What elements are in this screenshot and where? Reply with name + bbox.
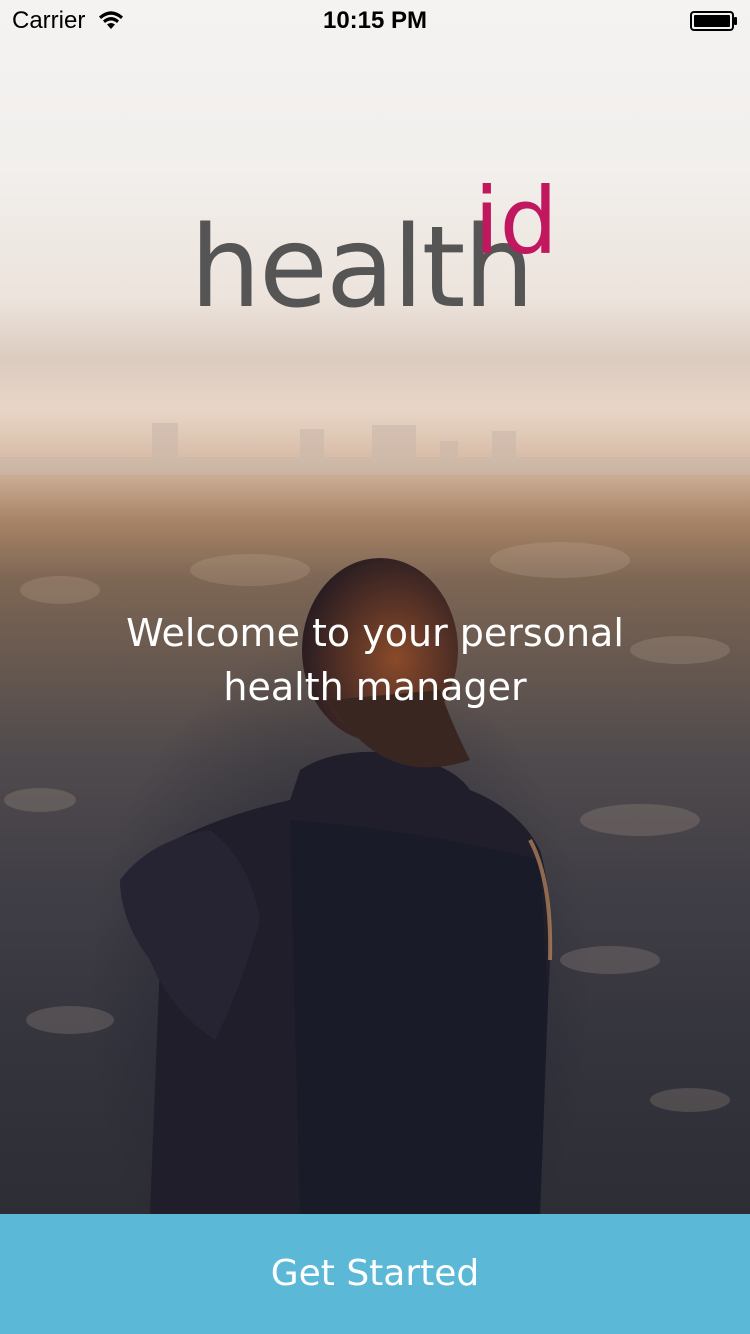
app-logo: health id <box>190 176 570 340</box>
get-started-button[interactable]: Get Started <box>0 1214 750 1334</box>
logo-superscript: id <box>474 168 558 275</box>
welcome-screen: Carrier 10:15 PM health id Welcome to yo… <box>0 0 750 1334</box>
battery-icon <box>690 11 737 31</box>
status-bar: Carrier 10:15 PM <box>0 0 750 40</box>
status-time: 10:15 PM <box>322 7 428 34</box>
welcome-message: Welcome to your personal health manager <box>126 611 624 709</box>
